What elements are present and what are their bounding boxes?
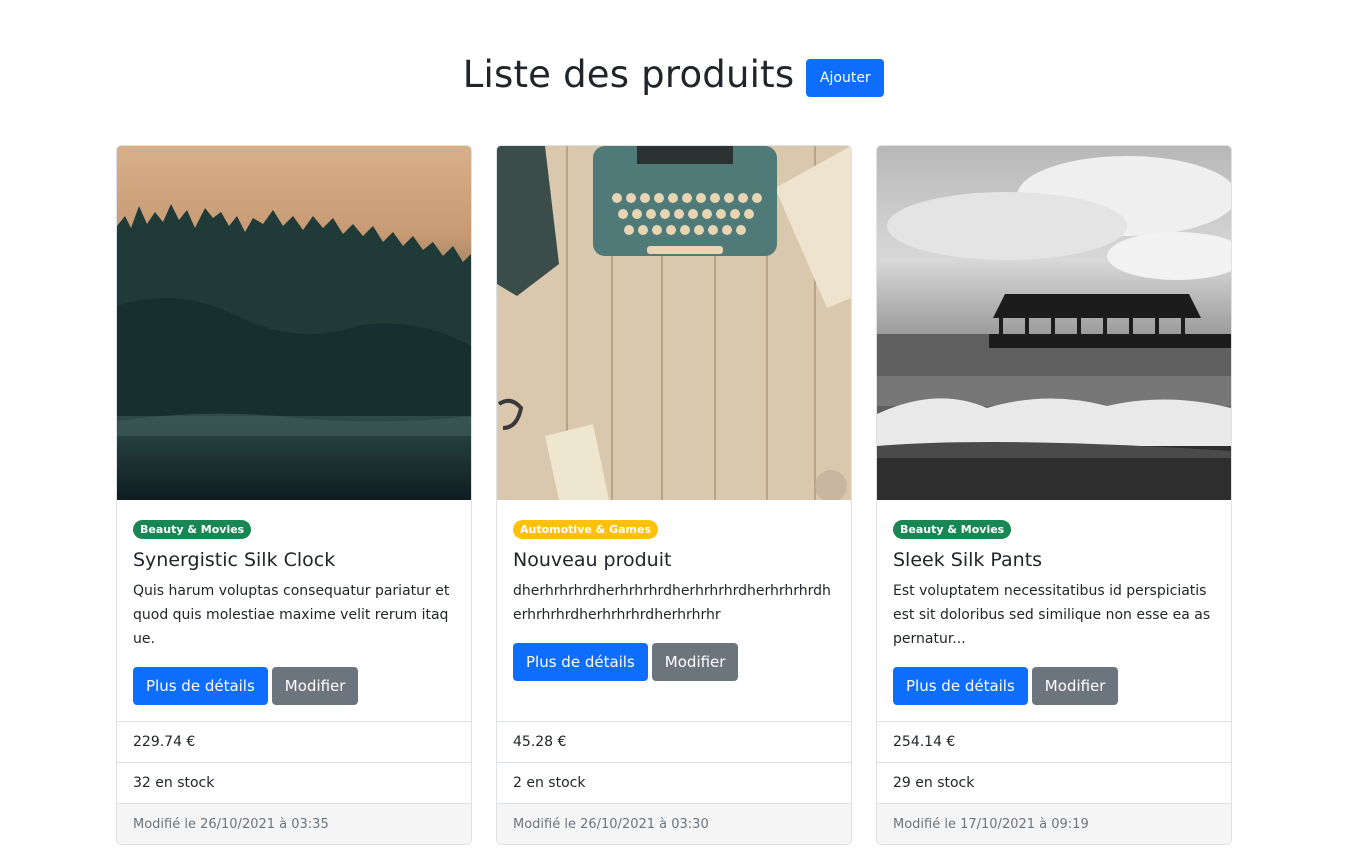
product-description: dherhrhrhrdherhrhrhrdherhrhrhrdherhrhrhr… (513, 583, 831, 623)
product-image (117, 146, 471, 500)
page-header: Liste des produits Ajouter (0, 52, 1347, 98)
stock: 29 en stock (877, 762, 1231, 803)
price: 229.74 € (117, 721, 471, 762)
edit-button[interactable]: Modifier (271, 667, 359, 705)
add-product-button[interactable]: Ajouter (806, 59, 885, 97)
product-image (497, 146, 851, 500)
page-title: Liste des produits (462, 53, 795, 96)
edit-button[interactable]: Modifier (651, 643, 739, 681)
details-button[interactable]: Plus de détails (893, 667, 1028, 705)
page: Liste des produits Ajouter Beauty & Movi… (0, 0, 1347, 857)
card-actions: Plus de détails Modifier (893, 667, 1119, 705)
modified-date: Modifié le 26/10/2021 à 03:30 (497, 803, 851, 844)
card-actions: Plus de détails Modifier (133, 667, 359, 705)
product-description: Est voluptatem necessitatibus id perspic… (893, 583, 1211, 647)
product-card: Beauty & Movies Sleek Silk Pants Est vol… (876, 145, 1232, 845)
product-title: Nouveau produit (513, 549, 672, 571)
product-title: Sleek Silk Pants (893, 549, 1043, 571)
forest-photo (117, 146, 471, 500)
modified-date: Modifié le 26/10/2021 à 03:35 (117, 803, 471, 844)
product-image (877, 146, 1231, 500)
modified-date: Modifié le 17/10/2021 à 09:19 (877, 803, 1231, 844)
typewriter-photo (497, 146, 851, 500)
card-actions: Plus de détails Modifier (513, 643, 739, 681)
product-card: Beauty & Movies Synergistic Silk Clock Q… (116, 145, 472, 845)
stock: 32 en stock (117, 762, 471, 803)
category-badge: Automotive & Games (513, 520, 659, 539)
product-description: Quis harum voluptas consequatur pariatur… (133, 583, 450, 647)
pier-photo (877, 146, 1231, 500)
price: 45.28 € (497, 721, 851, 762)
details-button[interactable]: Plus de détails (133, 667, 268, 705)
category-badge: Beauty & Movies (133, 520, 252, 539)
edit-button[interactable]: Modifier (1031, 667, 1119, 705)
price: 254.14 € (877, 721, 1231, 762)
product-card: Automotive & Games Nouveau produit dherh… (496, 145, 852, 845)
category-badge: Beauty & Movies (893, 520, 1012, 539)
product-title: Synergistic Silk Clock (133, 549, 336, 571)
details-button[interactable]: Plus de détails (513, 643, 648, 681)
stock: 2 en stock (497, 762, 851, 803)
